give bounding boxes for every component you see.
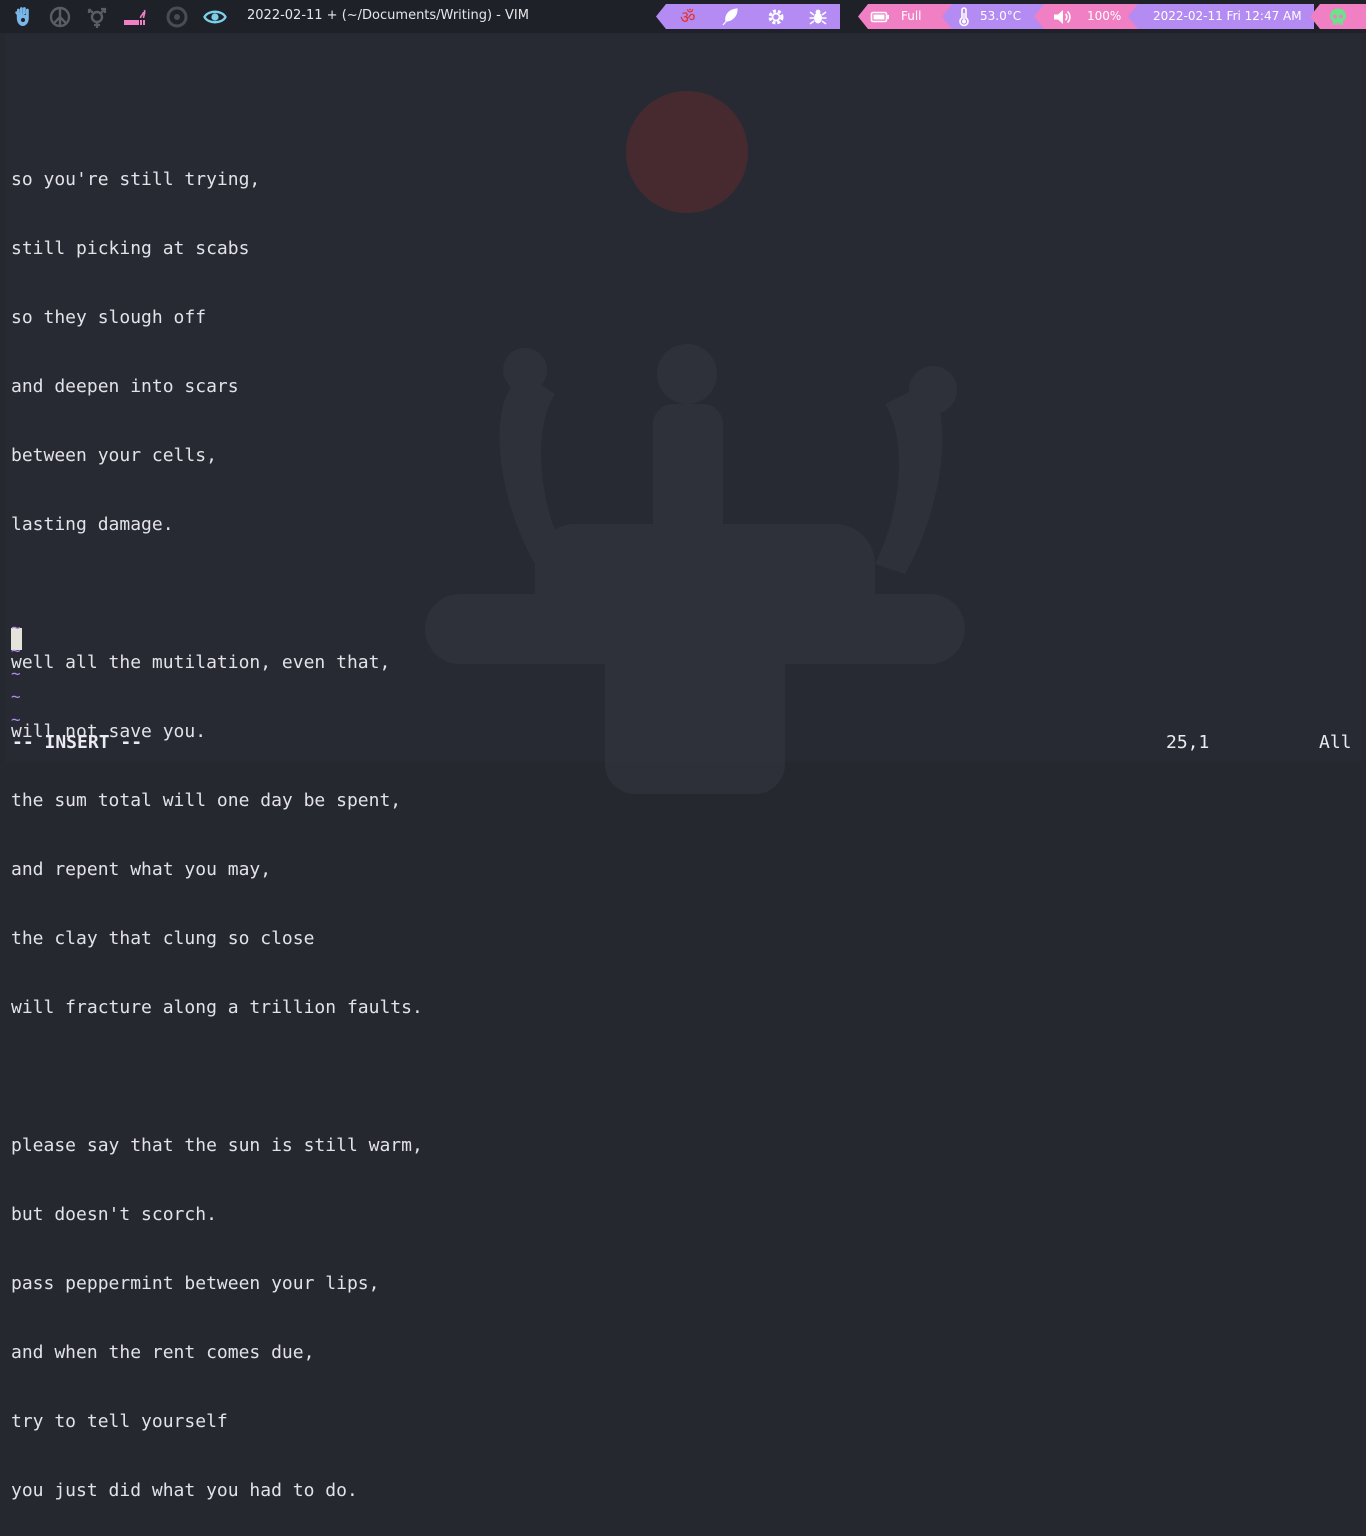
datetime[interactable]: 2022-02-11 Fri 12:47 AM bbox=[1153, 9, 1302, 23]
buffer-line: and deepen into scars bbox=[11, 376, 239, 397]
workspace-6-eye-icon[interactable] bbox=[203, 5, 227, 29]
wallpaper-red-sun bbox=[626, 91, 748, 213]
cursor-position: 25,1 bbox=[1166, 732, 1210, 753]
buffer-line: and when the rent comes due, bbox=[11, 1342, 315, 1363]
buffer-line: between your cells, bbox=[11, 445, 217, 466]
empty-line-tilde: ~ bbox=[11, 664, 21, 683]
buffer-line: so they slough off bbox=[11, 307, 207, 328]
wallpaper-figure bbox=[425, 344, 965, 794]
feather-icon[interactable] bbox=[720, 7, 740, 27]
empty-line-tilde: ~ bbox=[11, 687, 21, 706]
temperature-value: 53.0°C bbox=[980, 9, 1022, 23]
buffer-line: will fracture along a trillion faults. bbox=[11, 997, 423, 1018]
buffer-line: pass peppermint between your lips, bbox=[11, 1273, 380, 1294]
workspace-5-circle-icon[interactable] bbox=[165, 5, 189, 29]
battery-icon bbox=[870, 7, 890, 27]
empty-line-tilde: ~ bbox=[11, 710, 21, 729]
buffer-line: so you're still trying, bbox=[11, 169, 261, 190]
mode-indicator: -- INSERT -- bbox=[12, 732, 143, 753]
bug-icon[interactable] bbox=[808, 7, 828, 27]
empty-line-tilde: ~ bbox=[11, 641, 21, 660]
buffer-line: you just did what you had to do. bbox=[11, 1480, 358, 1501]
buffer-line: still picking at scabs bbox=[11, 238, 250, 259]
buffer-line: lasting damage. bbox=[11, 514, 174, 535]
workspace-1-hand-icon[interactable] bbox=[11, 5, 35, 29]
workspace-2-peace-icon[interactable] bbox=[48, 5, 72, 29]
thermometer-icon bbox=[954, 7, 974, 27]
battery-status: Full bbox=[901, 9, 922, 23]
buffer-line: the clay that clung so close bbox=[11, 928, 315, 949]
empty-line-tilde: ~ bbox=[11, 618, 21, 637]
top-bar: 2022-02-11 + (~/Documents/Writing) - VIM… bbox=[0, 0, 1366, 33]
buffer-line: the sum total will one day be spent, bbox=[11, 790, 402, 811]
skull-icon[interactable] bbox=[1328, 7, 1348, 27]
volume-pill bbox=[1034, 4, 1138, 29]
buffer-line bbox=[11, 582, 423, 605]
speaker-icon[interactable] bbox=[1052, 7, 1072, 27]
buffer-line: try to tell yourself bbox=[11, 1411, 228, 1432]
buffer-line: but doesn't scorch. bbox=[11, 1204, 217, 1225]
om-icon[interactable]: ॐ bbox=[679, 7, 699, 27]
text-buffer[interactable]: so you're still trying, still picking at… bbox=[11, 122, 423, 1536]
buffer-line: and repent what you may, bbox=[11, 859, 272, 880]
workspace-4-smoking-icon[interactable] bbox=[122, 5, 146, 29]
vim-terminal[interactable]: so you're still trying, still picking at… bbox=[5, 34, 1361, 1501]
gear-icon[interactable] bbox=[766, 7, 786, 27]
buffer-line: well all the mutilation, even that, bbox=[11, 652, 391, 673]
svg-text:ॐ: ॐ bbox=[680, 8, 696, 27]
scroll-position: All bbox=[1319, 732, 1352, 753]
volume-value: 100% bbox=[1087, 9, 1122, 23]
buffer-line: please say that the sun is still warm, bbox=[11, 1135, 423, 1156]
window-title: 2022-02-11 + (~/Documents/Writing) - VIM bbox=[247, 8, 529, 23]
buffer-line bbox=[11, 1065, 423, 1088]
workspace-3-gender-icon[interactable] bbox=[85, 5, 109, 29]
